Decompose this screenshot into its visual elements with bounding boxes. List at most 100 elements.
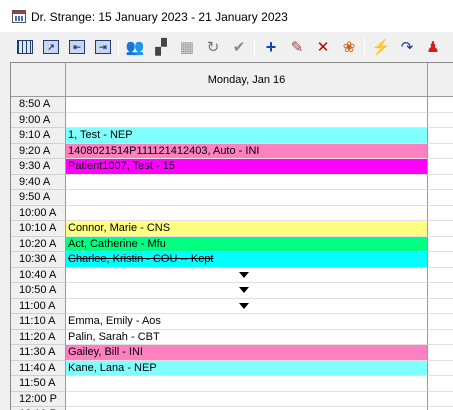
time-label: 9:00 A <box>11 112 66 128</box>
toolbar: ↗ ⇤ ⇥ 👥 ▞ ▦ ↻ ✔ + ✎ ✕ ❀ ⚡ ↷ ♟ <box>0 32 453 62</box>
time-slot-row: 10:00 A <box>11 205 453 221</box>
time-label: 12:00 P <box>11 391 66 407</box>
slot-extra-column <box>428 112 453 128</box>
slot-extra-column <box>428 236 453 252</box>
appointment-text: Kane, Lana - NEP <box>68 361 157 374</box>
time-label: 11:50 A <box>11 376 66 392</box>
edit-appointment-icon[interactable]: ✎ <box>286 36 308 58</box>
appointment-slot[interactable]: Gailey, Bill - INI <box>66 345 428 361</box>
appointment-slot[interactable]: Charlee, Kristin - COU -- Kept <box>66 252 428 268</box>
reschedule-icon[interactable]: ↻ <box>202 36 224 58</box>
slot-extra-column <box>428 298 453 314</box>
empty-slot[interactable] <box>66 112 428 128</box>
appointment-slot[interactable]: Connor, Marie - CNS <box>66 221 428 237</box>
time-label: 11:20 A <box>11 329 66 345</box>
week-view-icon[interactable]: ↗ <box>40 36 62 58</box>
time-slot-row: 12:00 P <box>11 391 453 407</box>
slot-extra-column <box>428 97 453 113</box>
time-label: 9:50 A <box>11 190 66 206</box>
header-extra <box>428 63 453 97</box>
time-slot-row: 11:10 A Emma, Emily - Aos <box>11 314 453 330</box>
empty-slot[interactable] <box>66 267 428 283</box>
time-slot-row: 10:30 A Charlee, Kristin - COU -- Kept <box>11 252 453 268</box>
time-slot-row: 11:40 A Kane, Lana - NEP <box>11 360 453 376</box>
empty-slot[interactable] <box>66 97 428 113</box>
provider-icon[interactable]: ♟ <box>422 36 444 58</box>
time-slot-row: 11:20 A Palin, Sarah - CBT <box>11 329 453 345</box>
next-period-icon[interactable]: ⇥ <box>92 36 114 58</box>
empty-slot[interactable] <box>66 391 428 407</box>
time-label: 9:30 A <box>11 159 66 175</box>
tasks-icon[interactable]: ✔ <box>228 36 250 58</box>
appointment-slot[interactable]: 1, Test - NEP <box>66 128 428 144</box>
slot-extra-column <box>428 345 453 361</box>
time-label: 10:10 A <box>11 221 66 237</box>
slot-extra-column <box>428 267 453 283</box>
group-icon[interactable]: ▦ <box>176 36 198 58</box>
schedule-grid: Monday, Jan 16 8:50 A 9:00 A 9:10 A 1, Test… <box>10 62 453 410</box>
time-label: 9:10 A <box>11 128 66 144</box>
appointment-slot[interactable]: Palin, Sarah - CBT <box>66 329 428 345</box>
block-time-icon[interactable]: ▞ <box>150 36 172 58</box>
appointment-text: Connor, Marie - CNS <box>68 222 171 234</box>
appointment-text: Emma, Emily - Aos <box>68 315 161 327</box>
appointment-text: Charlee, Kristin - COU -- Kept <box>68 253 214 265</box>
redo-icon[interactable]: ↷ <box>396 36 418 58</box>
appointment-text: Palin, Sarah - CBT <box>68 330 160 343</box>
slot-extra-column <box>428 205 453 221</box>
flash-icon[interactable]: ⚡ <box>370 36 392 58</box>
day-column-header[interactable]: Monday, Jan 16 <box>66 63 428 97</box>
delete-appointment-icon[interactable]: ✕ <box>312 36 334 58</box>
time-label: 10:30 A <box>11 252 66 268</box>
time-slot-row: 9:00 A <box>11 112 453 128</box>
slot-extra-column <box>428 174 453 190</box>
time-slot-row: 11:00 A <box>11 298 453 314</box>
empty-slot[interactable] <box>66 298 428 314</box>
title-bar: Dr. Strange: 15 January 2023 - 21 Januar… <box>0 0 453 32</box>
appointment-text: 1, Test - NEP <box>68 129 133 141</box>
time-slot-row: 9:20 A 1408021514P111121412403, Auto - IN… <box>11 143 453 159</box>
time-label: 10:50 A <box>11 283 66 299</box>
prev-period-icon[interactable]: ⇤ <box>66 36 88 58</box>
appointment-slot[interactable]: Patient1007, Test - 15 <box>66 159 428 175</box>
time-label: 11:30 A <box>11 345 66 361</box>
empty-slot[interactable] <box>66 205 428 221</box>
time-slot-row: 10:20 A Act, Catherine - Mfu <box>11 236 453 252</box>
slot-extra-column <box>428 360 453 376</box>
time-slot-row: 9:10 A 1, Test - NEP <box>11 128 453 144</box>
collapse-marker-icon[interactable] <box>239 302 249 309</box>
slot-extra-column <box>428 283 453 299</box>
time-label: 11:00 A <box>11 298 66 314</box>
appointment-text: Patient1007, Test - 15 <box>68 160 175 172</box>
time-slot-row: 11:50 A <box>11 376 453 392</box>
appointment-slot[interactable]: Emma, Emily - Aos <box>66 314 428 330</box>
collapse-marker-icon[interactable] <box>239 287 249 293</box>
add-appointment-icon[interactable]: + <box>260 36 282 58</box>
empty-slot[interactable] <box>66 174 428 190</box>
appointment-slot[interactable]: Kane, Lana - NEP <box>66 360 428 376</box>
day-view-icon[interactable] <box>14 36 36 58</box>
time-slot-row: 10:40 A <box>11 267 453 283</box>
time-slot-row: 9:30 A Patient1007, Test - 15 <box>11 159 453 175</box>
calendar-app-icon <box>12 10 26 23</box>
empty-slot[interactable] <box>66 283 428 299</box>
empty-slot[interactable] <box>66 376 428 392</box>
refresh-icon[interactable]: ❀ <box>338 36 360 58</box>
appointment-text: Gailey, Bill - INI <box>68 346 143 358</box>
grid-corner <box>11 63 66 97</box>
time-label: 8:50 A <box>11 97 66 113</box>
time-label: 11:40 A <box>11 360 66 376</box>
find-patient-icon[interactable]: 👥 <box>124 36 146 58</box>
slot-extra-column <box>428 159 453 175</box>
time-slot-rows: 8:50 A 9:00 A 9:10 A 1, Test - NEP 9:20 A 140… <box>11 97 453 410</box>
time-slot-row: 10:10 A Connor, Marie - CNS <box>11 221 453 237</box>
appointment-slot[interactable]: 1408021514P111121412403, Auto - INI <box>66 143 428 159</box>
appointment-slot[interactable]: Act, Catherine - Mfu <box>66 236 428 252</box>
time-slot-row: 10:50 A <box>11 283 453 299</box>
empty-slot[interactable] <box>66 190 428 206</box>
collapse-marker-icon[interactable] <box>239 271 249 278</box>
time-slot-row: 9:40 A <box>11 174 453 190</box>
slot-extra-column <box>428 314 453 330</box>
time-label: 10:20 A <box>11 236 66 252</box>
slot-extra-column <box>428 376 453 392</box>
